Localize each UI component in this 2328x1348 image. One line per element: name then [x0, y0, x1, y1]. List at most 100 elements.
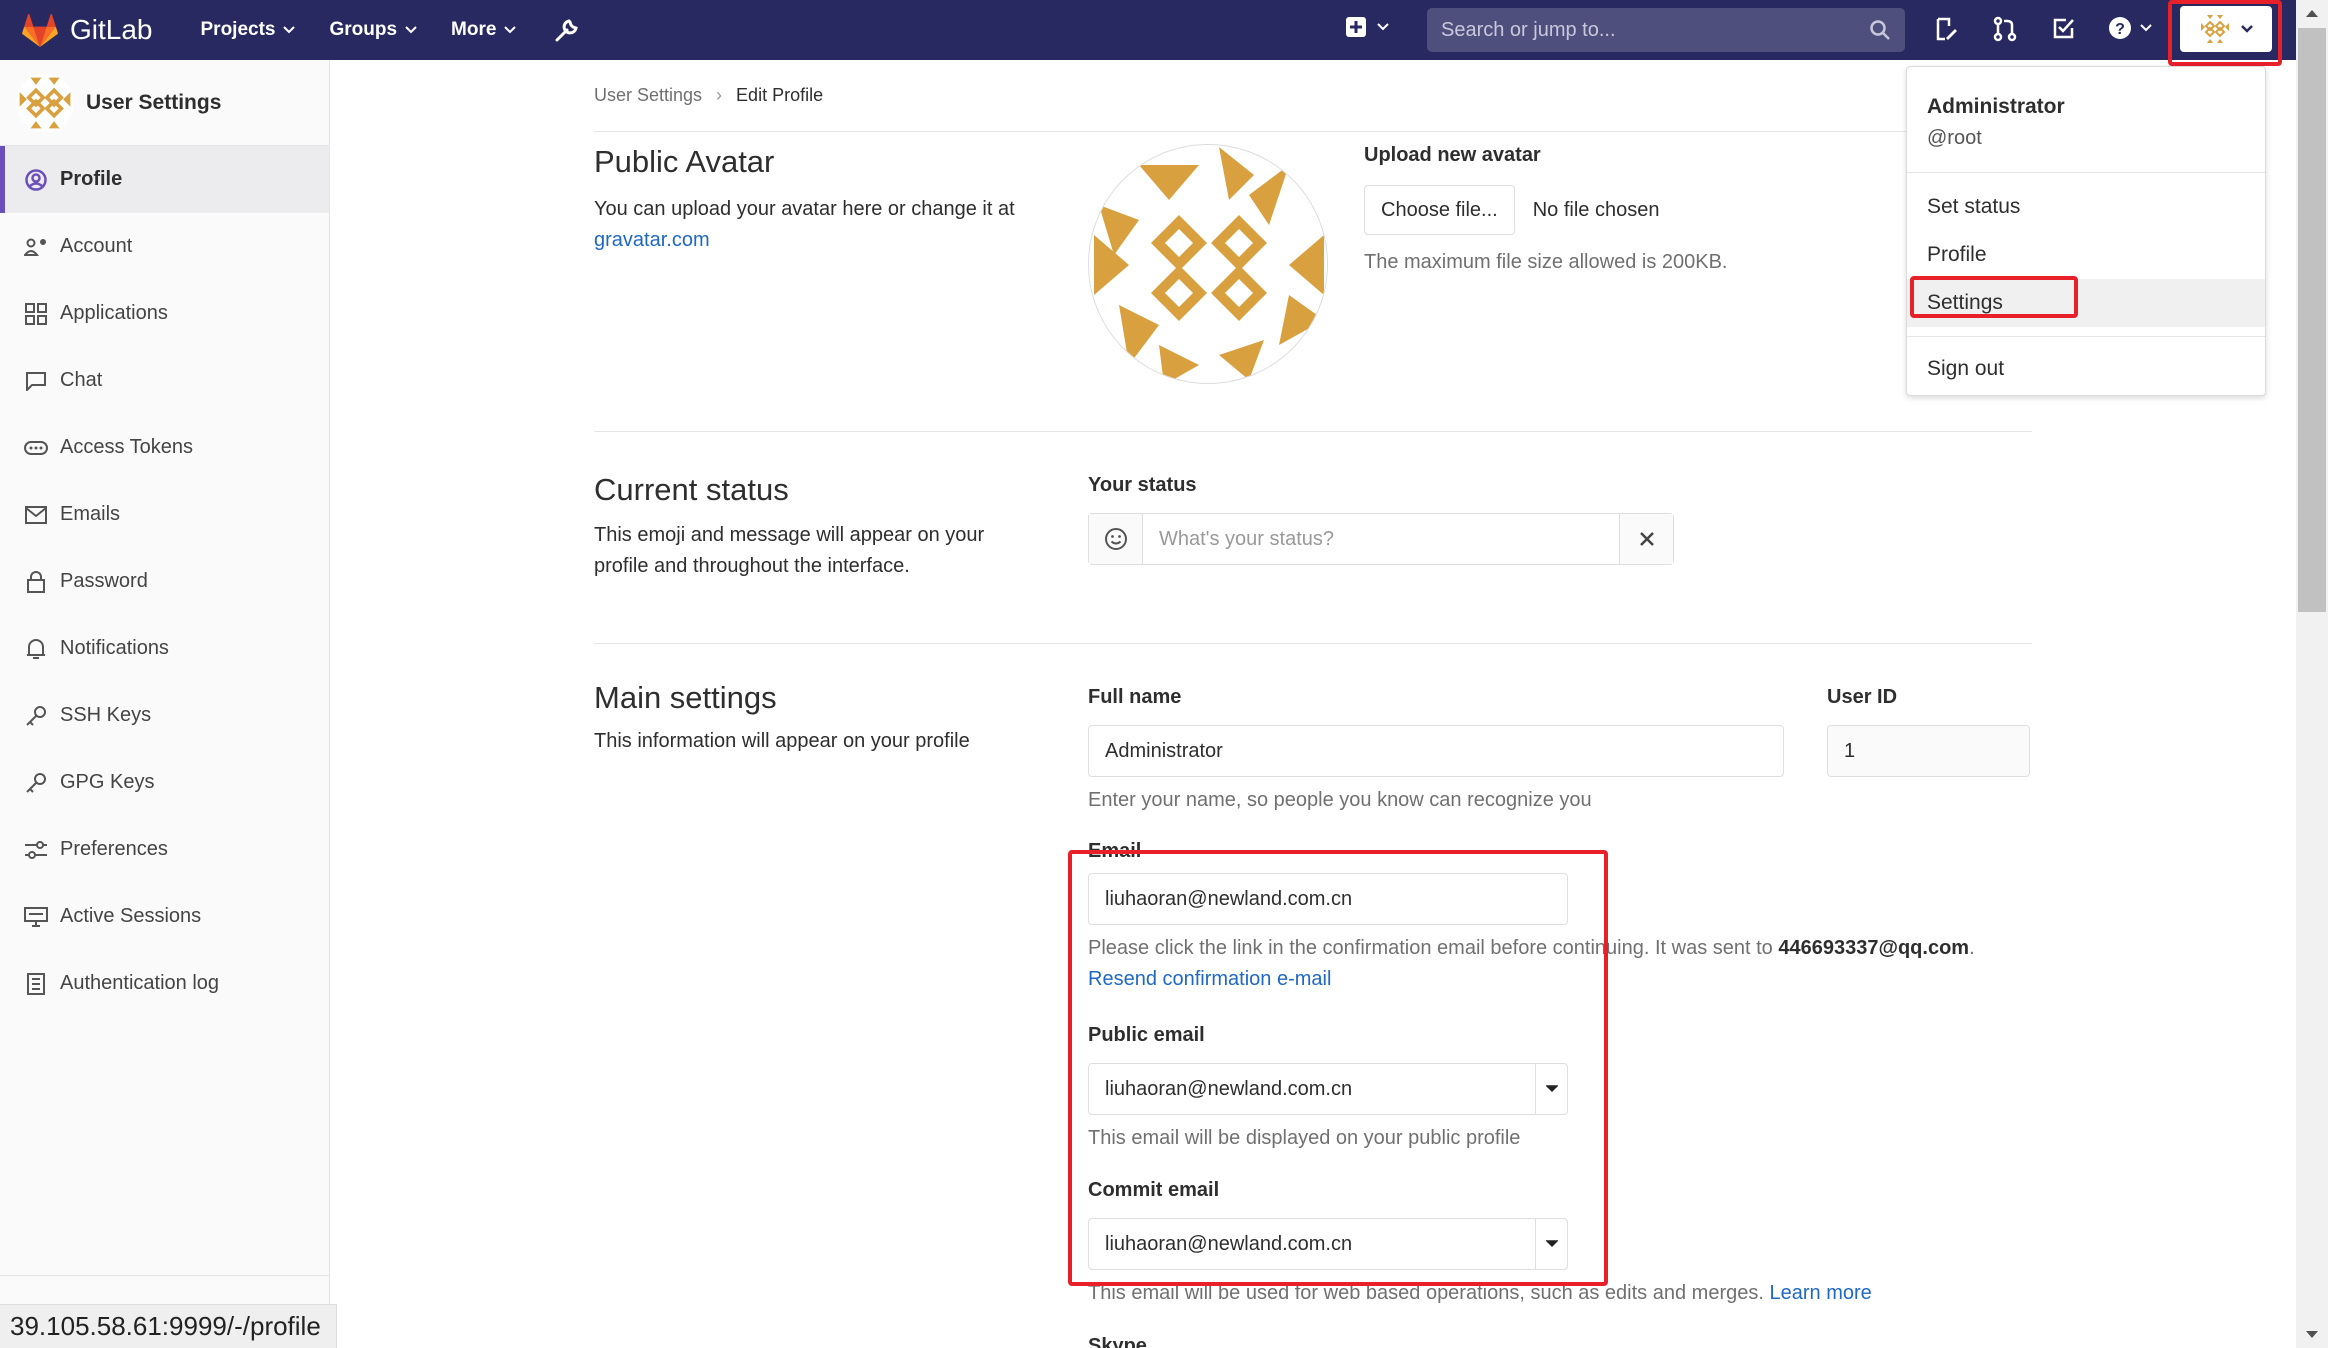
email-confirmation-help: Please click the link in the confirmatio…: [1088, 937, 1773, 959]
sidebar-item-gpg-keys[interactable]: GPG Keys: [0, 749, 329, 816]
help-button[interactable]: ?: [2108, 16, 2152, 40]
sidebar-item-account[interactable]: Account: [0, 213, 329, 280]
skype-label: Skype: [1088, 1335, 1147, 1348]
full-name-input[interactable]: Administrator: [1088, 725, 1784, 777]
commit-email-select[interactable]: liuhaoran@newland.com.cn: [1088, 1218, 1568, 1270]
merge-requests-icon[interactable]: [1992, 16, 2018, 42]
full-name-help: Enter your name, so people you know can …: [1088, 789, 1592, 811]
chevron-down-icon: [504, 26, 517, 34]
gravatar-link[interactable]: gravatar.com: [594, 229, 710, 251]
sidebar-item-label: Access Tokens: [60, 436, 194, 458]
applications-icon: [24, 302, 48, 326]
sidebar-item-label: SSH Keys: [60, 704, 152, 726]
preferences-icon: [24, 838, 48, 862]
todos-icon[interactable]: [2052, 16, 2076, 40]
no-file-chosen-text: No file chosen: [1532, 198, 1660, 221]
brand-name: GitLab: [70, 14, 153, 45]
sidebar-item-authentication-log[interactable]: Authentication log: [0, 950, 329, 1017]
status-input-group: What's your status?: [1088, 513, 1674, 565]
learn-more-link[interactable]: Learn more: [1769, 1282, 1871, 1304]
scrollbar-thumb[interactable]: [2298, 28, 2326, 612]
sidebar-item-label: Profile: [60, 168, 123, 190]
scroll-down-arrow-icon[interactable]: [2305, 1330, 2319, 1340]
sidebar-item-profile[interactable]: Profile: [0, 146, 329, 213]
commit-email-label: Commit email: [1088, 1179, 1220, 1201]
sidebar-item-ssh-keys[interactable]: SSH Keys: [0, 682, 329, 749]
breadcrumb-user-settings[interactable]: User Settings: [594, 85, 702, 106]
chevron-down-icon: [1377, 23, 1389, 31]
sidebar-item-password[interactable]: Password: [0, 548, 329, 615]
token-icon: [24, 436, 48, 460]
sidebar-item-label: Authentication log: [60, 972, 220, 994]
sidebar-item-label: Emails: [60, 503, 121, 525]
main-settings-title: Main settings: [594, 680, 777, 715]
status-section-desc: This emoji and message will appear on yo…: [594, 524, 985, 577]
breadcrumb-edit-profile[interactable]: Edit Profile: [736, 85, 823, 106]
emoji-picker-button[interactable]: [1089, 514, 1143, 564]
key-icon: [24, 771, 48, 795]
new-dropdown-button[interactable]: [1345, 16, 1389, 38]
dropdown-sign-out[interactable]: Sign out: [1907, 345, 2265, 393]
sidebar-item-emails[interactable]: Emails: [0, 481, 329, 548]
status-message-input[interactable]: What's your status?: [1143, 514, 1619, 564]
email-input[interactable]: liuhaoran@newland.com.cn: [1088, 873, 1568, 925]
nav-projects[interactable]: Projects: [201, 19, 296, 41]
email-sent-to: 446693337@qq.com: [1778, 937, 1970, 959]
key-icon: [24, 704, 48, 728]
sidebar-header[interactable]: User Settings: [0, 60, 329, 146]
nav-more-label: More: [451, 19, 497, 40]
sidebar-item-notifications[interactable]: Notifications: [0, 615, 329, 682]
nav-more[interactable]: More: [451, 19, 517, 41]
user-id-input[interactable]: 1: [1827, 725, 2030, 777]
search-input[interactable]: Search or jump to...: [1427, 8, 1905, 52]
user-avatar-icon: [2199, 13, 2231, 45]
chat-icon: [24, 369, 48, 393]
sidebar-item-chat[interactable]: Chat: [0, 347, 329, 414]
chevron-down-icon: [405, 26, 417, 34]
clear-status-button[interactable]: [1619, 514, 1673, 564]
sidebar-item-label: Account: [60, 235, 133, 257]
sidebar-item-access-tokens[interactable]: Access Tokens: [0, 414, 329, 481]
dropdown-user-info[interactable]: Administrator @root: [1907, 67, 2265, 173]
user-menu-button[interactable]: [2180, 6, 2272, 52]
public-email-select[interactable]: liuhaoran@newland.com.cn: [1088, 1063, 1568, 1115]
log-icon: [24, 972, 48, 996]
resend-confirmation-link[interactable]: Resend confirmation e-mail: [1088, 968, 1331, 990]
dropdown-user-name: Administrator: [1927, 95, 2065, 118]
admin-area-wrench-icon[interactable]: [554, 17, 580, 43]
sidebar-title: User Settings: [86, 90, 222, 114]
nav-groups-label: Groups: [329, 19, 398, 40]
scroll-up-arrow-icon[interactable]: [2305, 8, 2319, 18]
nav-groups[interactable]: Groups: [329, 19, 417, 41]
sidebar-item-label: GPG Keys: [60, 771, 155, 793]
chevron-down-icon: [1535, 1064, 1567, 1114]
user-id-label: User ID: [1827, 686, 1898, 708]
search-placeholder: Search or jump to...: [1441, 18, 1616, 41]
dropdown-settings[interactable]: Settings: [1907, 279, 2265, 327]
chevron-right-icon: ›: [716, 85, 723, 105]
choose-file-button[interactable]: Choose file...: [1364, 185, 1515, 235]
your-status-label: Your status: [1088, 474, 1197, 496]
page-scrollbar[interactable]: [2296, 0, 2328, 1348]
status-section-title: Current status: [594, 472, 789, 507]
issues-icon[interactable]: [1934, 16, 1958, 42]
dropdown-profile[interactable]: Profile: [1907, 231, 2265, 279]
sidebar-item-applications[interactable]: Applications: [0, 280, 329, 347]
public-email-value: liuhaoran@newland.com.cn: [1105, 1077, 1353, 1100]
dropdown-set-status[interactable]: Set status: [1907, 183, 2265, 231]
help-icon: ?: [2109, 17, 2131, 39]
monitor-icon: [24, 905, 48, 929]
sidebar-item-active-sessions[interactable]: Active Sessions: [0, 883, 329, 950]
avatar-section-desc: You can upload your avatar here or chang…: [594, 198, 1015, 220]
sidebar-item-label: Chat: [60, 369, 103, 391]
upload-avatar-label: Upload new avatar: [1364, 144, 1541, 166]
plus-square-icon: [1346, 17, 1366, 37]
public-email-label: Public email: [1088, 1024, 1205, 1046]
gitlab-logo-icon: [22, 13, 58, 47]
commit-email-help: This email will be used for web based op…: [1088, 1282, 1764, 1304]
gitlab-home-link[interactable]: GitLab: [22, 13, 153, 47]
status-section: Current status This emoji and message wi…: [594, 432, 2032, 644]
lock-icon: [24, 570, 48, 594]
sidebar-item-preferences[interactable]: Preferences: [0, 816, 329, 883]
chevron-down-icon: [2241, 25, 2253, 33]
